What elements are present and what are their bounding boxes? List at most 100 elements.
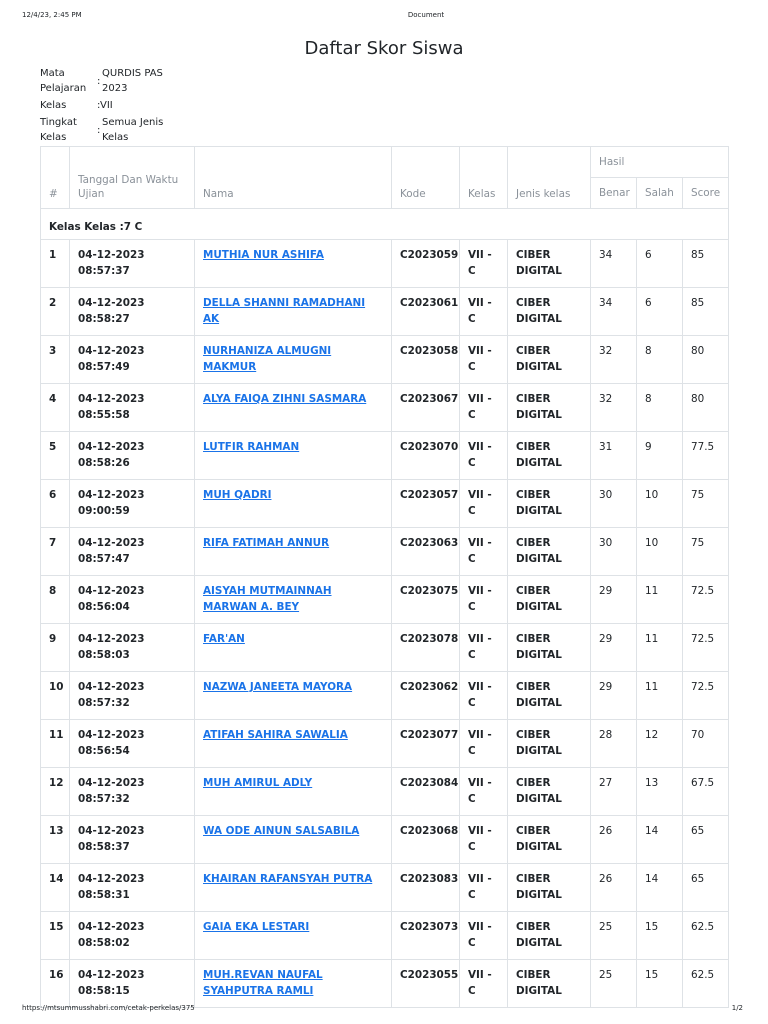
student-name-link[interactable]: MUH AMIRUL ADLY	[203, 777, 312, 789]
row-number: 11	[40, 719, 70, 768]
row-number: 5	[40, 431, 70, 480]
row-score: 77.5	[682, 431, 729, 480]
student-name-link[interactable]: FAR'AN	[203, 633, 245, 645]
row-score: 85	[682, 239, 729, 288]
col-header-datetime-line2: Ujian	[78, 188, 105, 200]
row-name-cell: MUTHIA NUR ASHIFA	[194, 239, 392, 288]
row-class-type: CIBER DIGITAL	[507, 719, 591, 768]
col-header-class: Kelas	[459, 146, 508, 209]
row-number: 3	[40, 335, 70, 384]
row-class-type-line1: CIBER	[516, 537, 551, 549]
row-code: C2023073	[391, 911, 460, 960]
row-score: 72.5	[682, 575, 729, 624]
student-name-link[interactable]: DELLA SHANNI RAMADHANI AK	[203, 297, 365, 325]
student-name-link[interactable]: ATIFAH SAHIRA SAWALIA	[203, 729, 348, 741]
row-code: C2023061	[391, 287, 460, 336]
row-class: VII - C	[459, 335, 508, 384]
col-header-datetime-line1: Tanggal Dan Waktu	[78, 174, 179, 186]
table-row: 13 04-12-2023 08:58:37 WA ODE AINUN SALSAB…	[40, 815, 729, 864]
row-code: C2023055	[391, 959, 460, 1008]
row-datetime: 04-12-2023 08:58:02	[69, 911, 195, 960]
row-score: 65	[682, 863, 729, 912]
row-class-type-line1: CIBER	[516, 921, 551, 933]
row-number: 8	[40, 575, 70, 624]
class-group-row: Kelas Kelas :7 C	[40, 208, 729, 240]
student-name-link[interactable]: ALYA FAIQA ZIHNI SASMARA	[203, 393, 366, 405]
student-name-link[interactable]: GAIA EKA LESTARI	[203, 921, 309, 933]
row-code: C2023059	[391, 239, 460, 288]
row-class: VII - C	[459, 911, 508, 960]
row-class-type-line1: CIBER	[516, 441, 551, 453]
student-name-link[interactable]: KHAIRAN RAFANSYAH PUTRA	[203, 873, 372, 885]
student-name-link[interactable]: MUTHIA NUR ASHIFA	[203, 249, 324, 261]
page-title: Daftar Skor Siswa	[304, 38, 464, 59]
row-wrong: 12	[636, 719, 683, 768]
row-correct: 29	[590, 623, 637, 672]
meta-colon: :	[97, 125, 101, 136]
row-score: 75	[682, 479, 729, 528]
row-code: C2023063	[391, 527, 460, 576]
row-class-type-line1: CIBER	[516, 489, 551, 501]
row-class-type-line2: DIGITAL	[516, 888, 562, 901]
row-code: C2023058	[391, 335, 460, 384]
row-class-type: CIBER DIGITAL	[507, 335, 591, 384]
row-correct: 27	[590, 767, 637, 816]
row-class-type-line1: CIBER	[516, 777, 551, 789]
row-datetime: 04-12-2023 08:57:32	[69, 767, 195, 816]
row-correct: 25	[590, 959, 637, 1008]
col-header-code: Kode	[391, 146, 460, 209]
row-name-cell: FAR'AN	[194, 623, 392, 672]
row-wrong: 8	[636, 383, 683, 432]
row-wrong: 11	[636, 671, 683, 720]
row-score: 75	[682, 527, 729, 576]
row-class-type-line2: DIGITAL	[516, 984, 562, 997]
row-class-line2: C	[468, 408, 476, 421]
row-correct: 32	[590, 383, 637, 432]
row-name-cell: MUH AMIRUL ADLY	[194, 767, 392, 816]
row-wrong: 10	[636, 479, 683, 528]
row-correct: 26	[590, 863, 637, 912]
student-name-link[interactable]: NAZWA JANEETA MAYORA	[203, 681, 352, 693]
row-class: VII - C	[459, 479, 508, 528]
row-class-type-line1: CIBER	[516, 969, 551, 981]
row-number: 13	[40, 815, 70, 864]
student-name-link[interactable]: MUH.REVAN NAUFAL SYAHPUTRA RAMLI	[203, 969, 323, 997]
student-name-link[interactable]: LUTFIR RAHMAN	[203, 441, 299, 453]
row-class-line2: C	[468, 360, 476, 373]
row-class-type: CIBER DIGITAL	[507, 863, 591, 912]
row-wrong: 10	[636, 527, 683, 576]
row-correct: 34	[590, 287, 637, 336]
row-class-type-line2: DIGITAL	[516, 264, 562, 277]
table-row: 6 04-12-2023 09:00:59 MUH QADRI C2023057 VII…	[40, 479, 729, 528]
row-class-type-line1: CIBER	[516, 681, 551, 693]
student-name-link[interactable]: WA ODE AINUN SALSABILA	[203, 825, 359, 837]
student-name-link[interactable]: MUH QADRI	[203, 489, 271, 501]
row-datetime: 04-12-2023 08:58:26	[69, 431, 195, 480]
row-wrong: 11	[636, 623, 683, 672]
table-row: 10 04-12-2023 08:57:32 NAZWA JANEETA MAYOR…	[40, 671, 729, 720]
table-row: 9 04-12-2023 08:58:03 FAR'AN C2023078 VII - C…	[40, 623, 729, 672]
row-class-type: CIBER DIGITAL	[507, 239, 591, 288]
meta-value: Kelas	[102, 132, 129, 143]
row-class: VII - C	[459, 815, 508, 864]
table-row: 14 04-12-2023 08:58:31 KHAIRAN RAFANSYAH P…	[40, 863, 729, 912]
student-name-link[interactable]: NURHANIZA ALMUGNI MAKMUR	[203, 345, 331, 373]
row-code: C2023077	[391, 719, 460, 768]
row-number: 7	[40, 527, 70, 576]
row-code: C2023083	[391, 863, 460, 912]
student-name-link[interactable]: RIFA FATIMAH ANNUR	[203, 537, 329, 549]
meta-value: 2023	[102, 83, 128, 94]
row-class-type-line2: DIGITAL	[516, 840, 562, 853]
row-name-cell: ALYA FAIQA ZIHNI SASMARA	[194, 383, 392, 432]
student-name-link[interactable]: AISYAH MUTMAINNAH MARWAN A. BEY	[203, 585, 332, 613]
row-number: 16	[40, 959, 70, 1008]
meta-label: Pelajaran	[40, 83, 87, 94]
row-class-type: CIBER DIGITAL	[507, 767, 591, 816]
row-name-cell: DELLA SHANNI RAMADHANI AK	[194, 287, 392, 336]
table-row: 12 04-12-2023 08:57:32 MUH AMIRUL ADLY C202…	[40, 767, 729, 816]
row-class-type-line2: DIGITAL	[516, 552, 562, 565]
row-name-cell: NURHANIZA ALMUGNI MAKMUR	[194, 335, 392, 384]
row-score: 72.5	[682, 671, 729, 720]
row-class-type-line2: DIGITAL	[516, 600, 562, 613]
row-name-cell: GAIA EKA LESTARI	[194, 911, 392, 960]
